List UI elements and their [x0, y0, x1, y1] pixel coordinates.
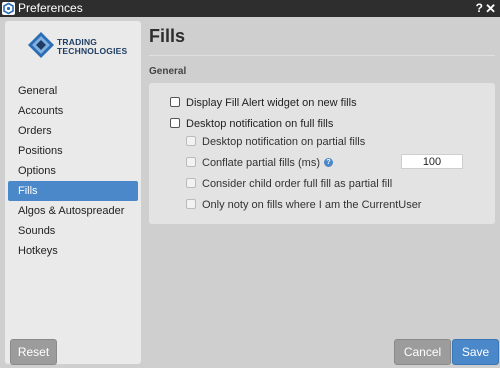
sidebar-item-positions[interactable]: Positions: [8, 141, 138, 161]
close-icon[interactable]: ✕: [485, 0, 496, 17]
sidebar-item-algos-autospreader[interactable]: Algos & Autospreader: [8, 201, 138, 221]
desktop-notification-full-label: Desktop notification on full fills: [186, 118, 334, 130]
child-order-full-checkbox[interactable]: [186, 178, 196, 188]
app-icon: [2, 2, 15, 15]
sidebar-item-accounts[interactable]: Accounts: [8, 101, 138, 121]
sidebar-item-options[interactable]: Options: [8, 161, 138, 181]
settings-panel: Display Fill Alert widget on new fills D…: [149, 83, 495, 224]
logo-mark-icon: [28, 32, 54, 58]
logo: TRADING TECHNOLOGIES: [27, 31, 139, 61]
desktop-notification-partial-label: Desktop notification on partial fills: [202, 136, 366, 148]
conflate-ms-input[interactable]: 100: [401, 154, 463, 169]
info-icon[interactable]: ?: [323, 157, 333, 167]
preferences-window: Preferences ? ✕ TRADING TECHNOLOGIES Gen…: [0, 0, 500, 368]
sidebar-item-sounds[interactable]: Sounds: [8, 221, 138, 241]
sidebar-item-orders[interactable]: Orders: [8, 121, 138, 141]
page-title: Fills: [149, 26, 186, 46]
logo-line-2: TECHNOLOGIES: [57, 46, 128, 56]
sidebar-item-general[interactable]: General: [8, 81, 138, 101]
desktop-notification-full-checkbox[interactable]: [170, 118, 180, 128]
help-icon[interactable]: ?: [476, 0, 483, 17]
sidebar: TRADING TECHNOLOGIES General Accounts Or…: [5, 21, 141, 365]
conflate-partial-label: Conflate partial fills (ms): [202, 157, 320, 169]
option-conflate-partial[interactable]: Conflate partial fills (ms)? 100: [186, 154, 476, 170]
sidebar-item-fills[interactable]: Fills: [8, 181, 138, 201]
divider: [149, 55, 495, 56]
desktop-notification-partial-checkbox[interactable]: [186, 136, 196, 146]
title-bar[interactable]: Preferences ? ✕: [0, 0, 500, 17]
conflate-partial-checkbox[interactable]: [186, 157, 196, 167]
only-current-user-checkbox[interactable]: [186, 199, 196, 209]
sidebar-item-hotkeys[interactable]: Hotkeys: [8, 241, 138, 261]
only-current-user-label: Only noty on fills where I am the Curren…: [202, 199, 422, 211]
window-title: Preferences: [18, 1, 83, 15]
reset-button[interactable]: Reset: [10, 339, 57, 365]
cancel-button[interactable]: Cancel: [394, 339, 451, 365]
save-button[interactable]: Save: [452, 339, 499, 365]
child-order-full-label: Consider child order full fill as partia…: [202, 178, 393, 190]
section-title: General: [149, 66, 187, 77]
sidebar-nav: General Accounts Orders Positions Option…: [5, 81, 141, 261]
display-fill-alert-checkbox[interactable]: [170, 97, 180, 107]
display-fill-alert-label: Display Fill Alert widget on new fills: [186, 97, 357, 109]
